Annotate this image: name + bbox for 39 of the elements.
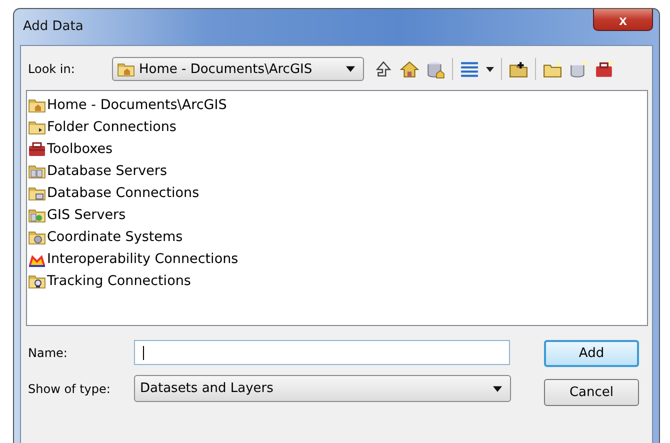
type-label: Show of type: — [27, 382, 112, 396]
folder-icon — [28, 229, 46, 245]
new-database-icon[interactable] — [569, 60, 588, 78]
name-label: Name: — [27, 346, 68, 360]
list-item[interactable]: Home - Documents\ArcGIS — [28, 94, 227, 116]
up-arrow-icon[interactable] — [374, 60, 393, 78]
look-in-dropdown[interactable]: Home - Documents\ArcGIS — [112, 57, 364, 81]
new-folder-icon[interactable] — [543, 60, 562, 78]
add-button[interactable]: Add — [544, 340, 639, 367]
home-icon[interactable] — [400, 60, 419, 78]
folder-icon — [117, 61, 135, 77]
database-icon[interactable] — [426, 60, 445, 78]
cancel-button[interactable]: Cancel — [544, 379, 639, 406]
caret-icon — [493, 386, 502, 392]
folder-icon — [28, 163, 46, 179]
look-in-label: Look in: — [27, 62, 76, 76]
name-field[interactable] — [134, 340, 510, 365]
folder-icon — [28, 273, 46, 289]
connect-folder-icon[interactable] — [509, 60, 528, 78]
list-item[interactable]: Toolboxes — [28, 138, 113, 160]
list-item[interactable]: Folder Connections — [28, 116, 176, 138]
folder-icon — [28, 207, 46, 223]
toolbox-icon — [28, 141, 46, 157]
list-item[interactable]: Interoperability Connections — [28, 248, 238, 270]
list-item[interactable]: Tracking Connections — [28, 270, 191, 292]
list-item[interactable]: Coordinate Systems — [28, 226, 183, 248]
caret-icon — [346, 66, 355, 72]
folder-icon — [28, 185, 46, 201]
folder-icon — [28, 97, 46, 113]
window-title: Add Data — [23, 19, 84, 34]
close-button[interactable]: x — [593, 9, 653, 31]
new-toolbox-icon[interactable] — [595, 60, 614, 78]
list-item[interactable]: GIS Servers — [28, 204, 126, 226]
list-view-icon[interactable] — [460, 60, 479, 78]
caret-icon[interactable] — [486, 66, 494, 72]
list-item[interactable]: Database Servers — [28, 160, 168, 182]
type-dropdown[interactable]: Datasets and Layers — [134, 375, 511, 402]
list-item[interactable]: Database Connections — [28, 182, 200, 204]
folder-icon — [28, 119, 46, 135]
